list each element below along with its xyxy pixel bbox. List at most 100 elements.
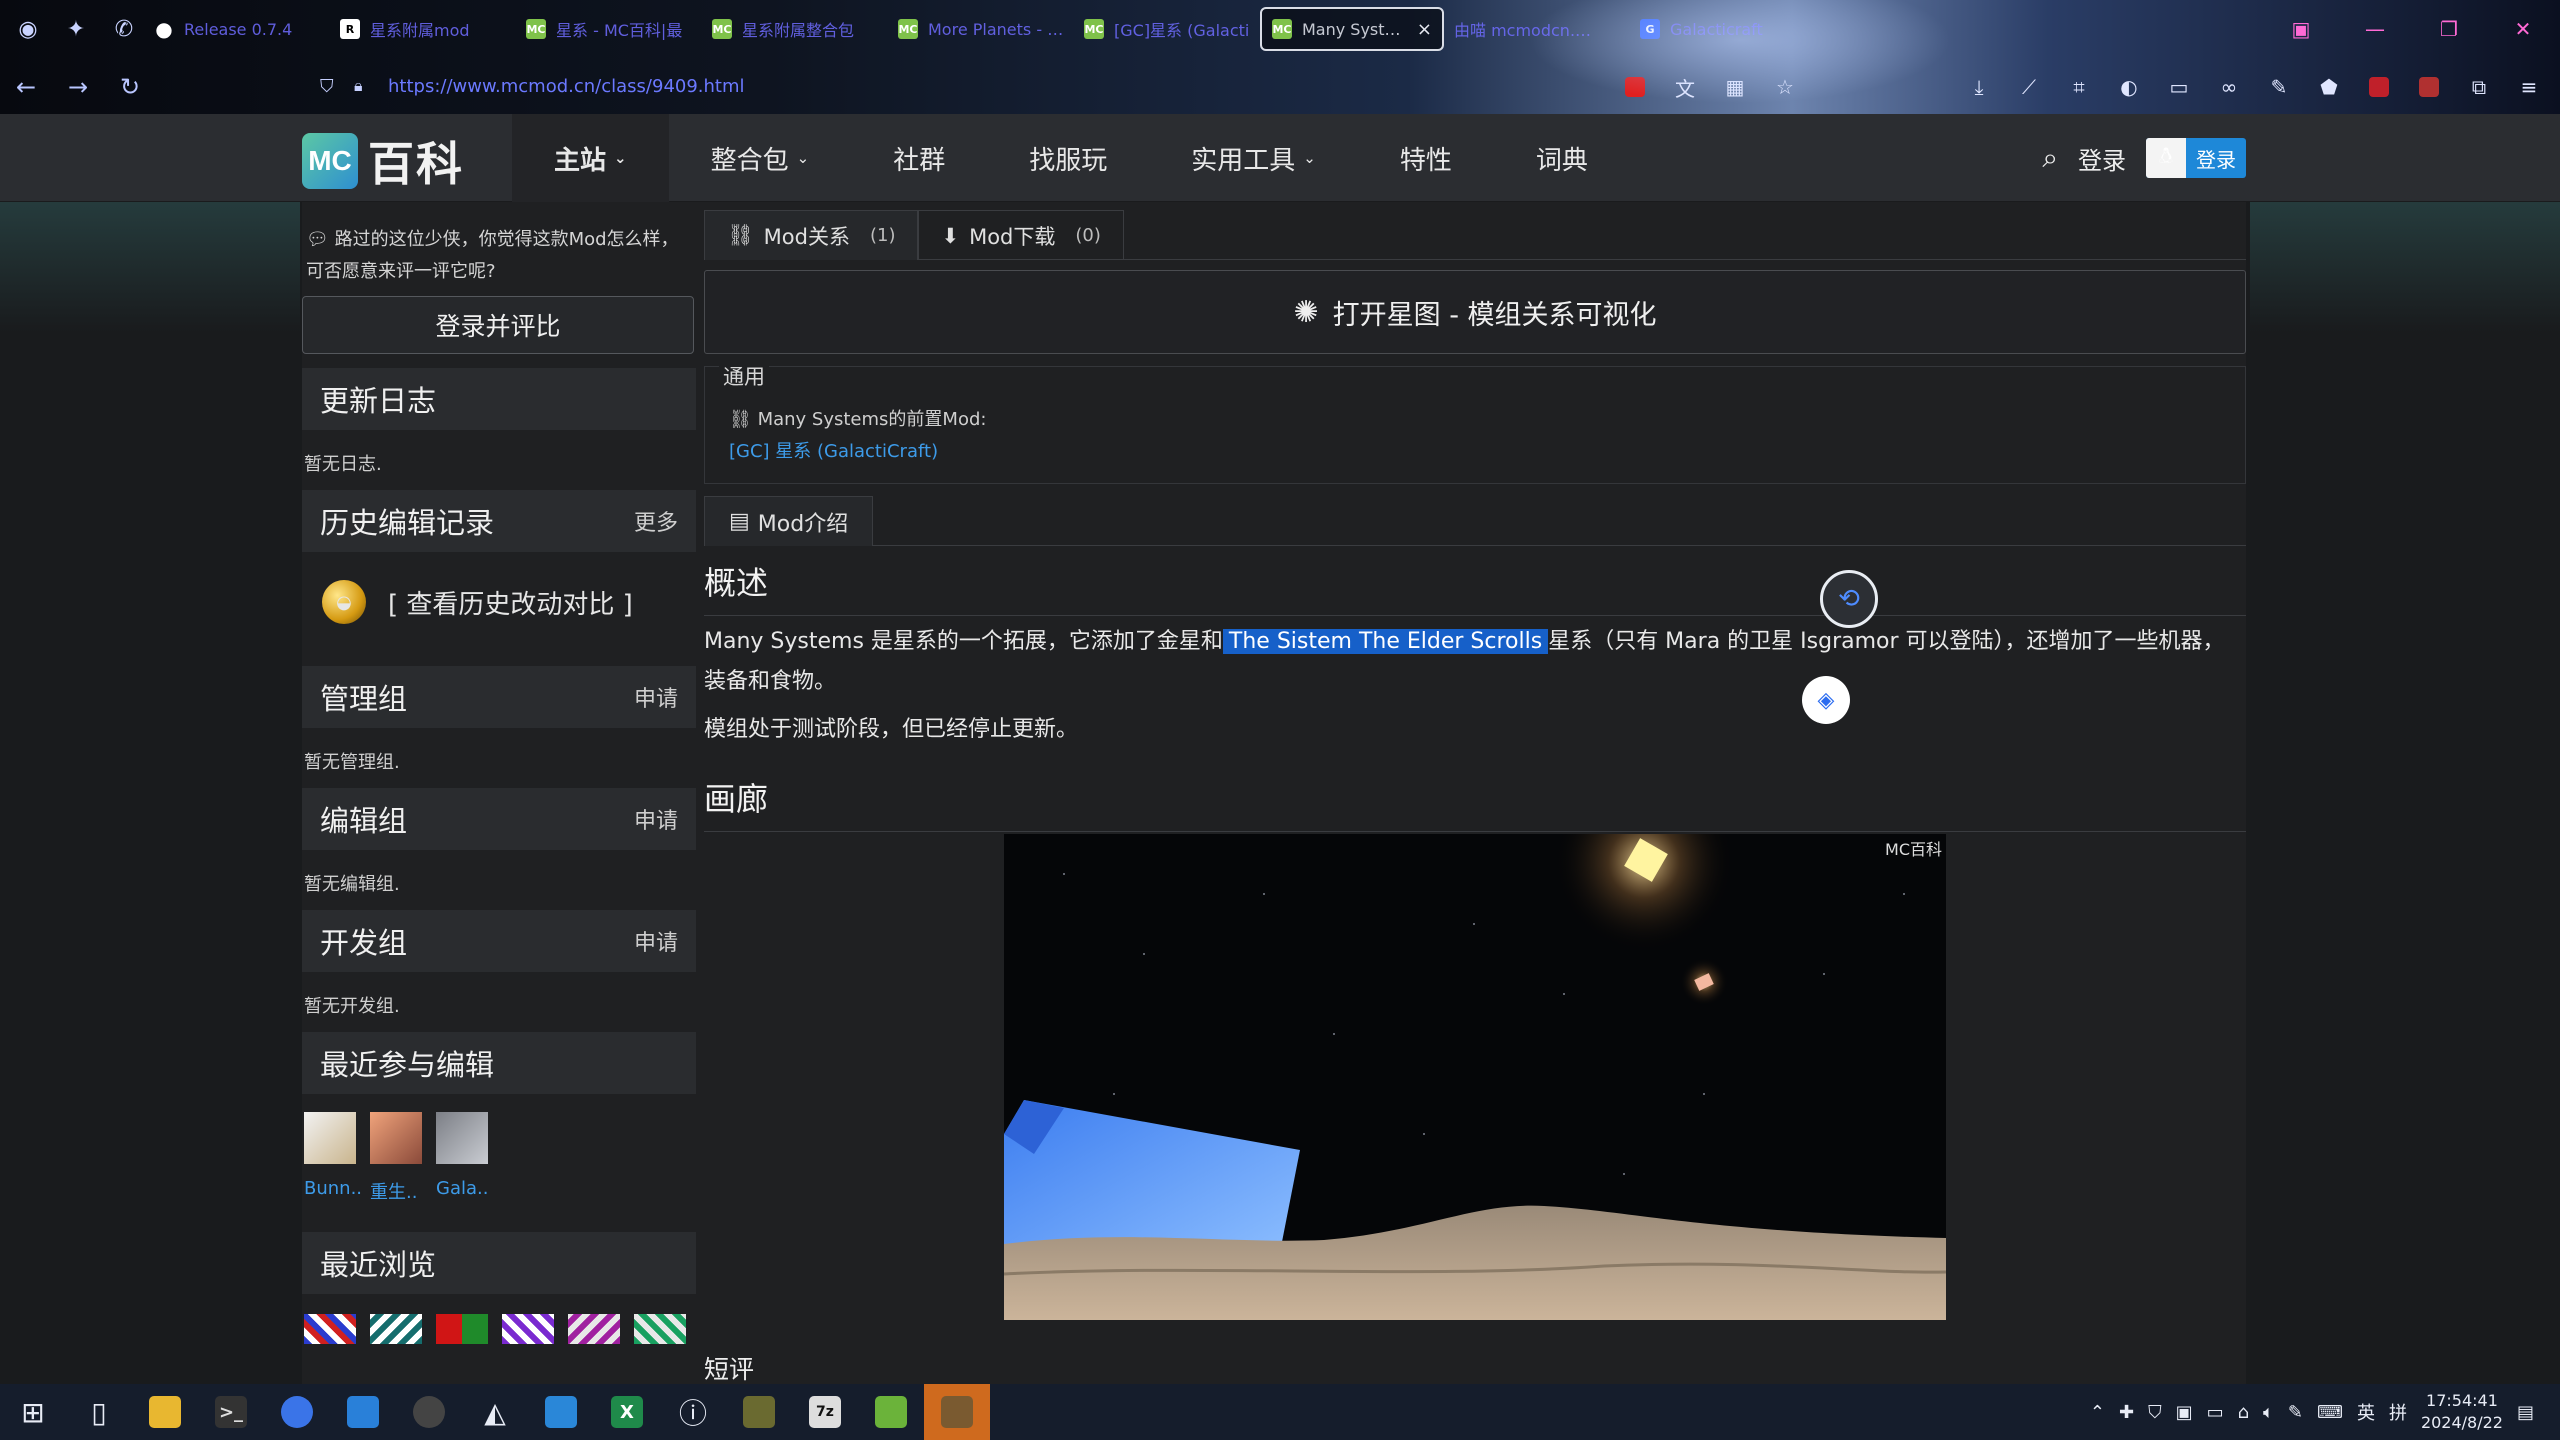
- ime-label[interactable]: 英: [2357, 1399, 2375, 1425]
- recent-thumb[interactable]: [634, 1314, 686, 1344]
- browser-tab[interactable]: 由喵 mcmodcn.com: [1444, 7, 1630, 51]
- url-text[interactable]: https://www.mcmod.cn/class/9409.html: [388, 76, 745, 97]
- browser-tab[interactable]: R 星系附属mod: [330, 7, 516, 51]
- gallery-image[interactable]: MC百科: [1004, 834, 1946, 1320]
- ime-mode[interactable]: 拼: [2389, 1399, 2407, 1425]
- tray-app-icon[interactable]: ✚: [2119, 1402, 2134, 1423]
- close-window-icon[interactable]: ✕: [2486, 17, 2560, 41]
- nav-item-features[interactable]: 特性: [1358, 114, 1494, 202]
- tab-mod-intro[interactable]: ▤ Mod介绍: [704, 496, 874, 546]
- back-icon[interactable]: ←: [0, 65, 52, 109]
- qr-icon[interactable]: ▦: [1712, 67, 1758, 107]
- pen-icon[interactable]: ✎: [2256, 67, 2302, 107]
- volume-icon[interactable]: 🔈︎: [2263, 1402, 2274, 1423]
- tab-mod-download[interactable]: ⬇︎ Mod下载 (0): [918, 210, 1124, 260]
- highlighted-text[interactable]: The Sistem The Elder Scrolls: [1222, 629, 1549, 654]
- tab-mod-relation[interactable]: ⛓︎ Mod关系 (1): [704, 210, 919, 260]
- recent-thumb[interactable]: [502, 1314, 554, 1344]
- battery-icon[interactable]: ▭: [2207, 1402, 2224, 1423]
- repeat-icon[interactable]: ⟲: [1820, 570, 1878, 628]
- editor-card[interactable]: Gala..: [436, 1112, 488, 1204]
- forward-icon[interactable]: →: [52, 65, 104, 109]
- pen-icon[interactable]: ✎: [2288, 1402, 2303, 1423]
- display-icon[interactable]: ▣: [2176, 1402, 2193, 1423]
- sparkle-icon[interactable]: ✦: [56, 9, 96, 49]
- translate-icon[interactable]: 文: [1662, 67, 1708, 107]
- menu-icon[interactable]: ≡: [2506, 67, 2552, 107]
- start-icon[interactable]: ⊞: [0, 1384, 66, 1440]
- search-icon[interactable]: ⌕: [2042, 141, 2058, 175]
- adblock-icon[interactable]: [2406, 67, 2452, 107]
- starmap-button[interactable]: ✺ 打开星图 - 模组关系可视化: [704, 270, 2246, 354]
- url-field[interactable]: ⛉ 🔒︎ https://www.mcmod.cn/class/9409.htm…: [320, 70, 1600, 102]
- nav-item-servers[interactable]: 找服玩: [987, 114, 1149, 202]
- fox-icon[interactable]: ◭: [462, 1384, 528, 1440]
- bookmark-icon[interactable]: ⬟: [2306, 67, 2352, 107]
- editor-card[interactable]: 重生..: [370, 1112, 422, 1204]
- notepad-icon[interactable]: [858, 1384, 924, 1440]
- terminal-icon[interactable]: >_: [198, 1384, 264, 1440]
- network-icon[interactable]: ⌂: [2238, 1402, 2249, 1423]
- mail-icon[interactable]: [528, 1384, 594, 1440]
- download-icon[interactable]: ⤓: [1956, 67, 2002, 107]
- wand-icon[interactable]: ⟋: [2006, 67, 2052, 107]
- reload-icon[interactable]: ↻: [104, 65, 156, 109]
- notification-icon[interactable]: ▤: [2517, 1402, 2534, 1423]
- nav-item-dictionary[interactable]: 词典: [1494, 114, 1630, 202]
- nav-item-community[interactable]: 社群: [851, 114, 987, 202]
- browser-tab[interactable]: MC [GC]星系 (Galacti: [1074, 7, 1260, 51]
- phone-icon[interactable]: ✆: [104, 9, 144, 49]
- chevron-up-icon[interactable]: ⌃: [2090, 1402, 2105, 1423]
- star-icon[interactable]: ☆: [1762, 67, 1808, 107]
- site-logo[interactable]: MC 百科: [302, 128, 464, 194]
- recent-thumb[interactable]: [370, 1314, 422, 1344]
- ublock-icon[interactable]: [2356, 67, 2402, 107]
- browser-tab-active[interactable]: MCMany Systems -×: [1260, 7, 1444, 51]
- editor-card[interactable]: Bunn..: [304, 1112, 362, 1204]
- maximize-icon[interactable]: ❐: [2412, 17, 2486, 41]
- browser-tab[interactable]: ● Release 0.7.4: [144, 7, 330, 51]
- history-compare-link[interactable]: [ 查看历史改动对比 ]: [388, 584, 633, 621]
- browser-tab[interactable]: MC 星系附属整合包: [702, 7, 888, 51]
- glasses-icon[interactable]: ∞: [2206, 67, 2252, 107]
- excel-icon[interactable]: X: [594, 1384, 660, 1440]
- editor-apply-link[interactable]: 申请: [634, 803, 678, 835]
- nav-item-main[interactable]: 主站 ⌄: [512, 114, 669, 202]
- minecraft-icon[interactable]: [924, 1384, 990, 1440]
- tab-list-icon[interactable]: ▣: [2264, 17, 2338, 41]
- shield-icon[interactable]: ⛉: [2148, 1402, 2162, 1423]
- close-icon[interactable]: ×: [1417, 19, 1432, 40]
- shield-icon[interactable]: ⛉: [320, 76, 354, 97]
- profile-icon[interactable]: ◉: [8, 9, 48, 49]
- pacman-icon[interactable]: ◐: [2106, 67, 2152, 107]
- keyboard-icon[interactable]: ⌨: [2317, 1402, 2343, 1423]
- clock[interactable]: 17:54:41 2024/8/22: [2421, 1390, 2503, 1434]
- firefox-icon[interactable]: [264, 1384, 330, 1440]
- browser-tab[interactable]: MC More Planets - Gal: [888, 7, 1074, 51]
- login-link[interactable]: 登录: [2078, 141, 2126, 176]
- relation-link[interactable]: [GC] 星系 (GalactiCraft): [729, 437, 938, 463]
- 7zip-icon[interactable]: 7z: [792, 1384, 858, 1440]
- translate-bubble-icon[interactable]: ◈: [1802, 676, 1850, 724]
- recent-thumb[interactable]: [436, 1314, 488, 1344]
- screen-icon[interactable]: ▭: [2156, 67, 2202, 107]
- file-explorer-icon[interactable]: [132, 1384, 198, 1440]
- admin-apply-link[interactable]: 申请: [634, 681, 678, 713]
- history-compare-row[interactable]: ◒ [ 查看历史改动对比 ]: [302, 552, 696, 652]
- browser-tab[interactable]: MC 星系 - MC百科|最: [516, 7, 702, 51]
- recent-thumb[interactable]: [568, 1314, 620, 1344]
- recent-thumb[interactable]: [304, 1314, 356, 1344]
- dev-apply-link[interactable]: 申请: [634, 925, 678, 957]
- app-icon[interactable]: [396, 1384, 462, 1440]
- info-icon[interactable]: ⓘ: [660, 1384, 726, 1440]
- app-icon[interactable]: [330, 1384, 396, 1440]
- nav-item-modpack[interactable]: 整合包 ⌄: [669, 114, 852, 202]
- nav-item-tools[interactable]: 实用工具 ⌄: [1149, 114, 1358, 202]
- crop-icon[interactable]: ⌗: [2056, 67, 2102, 107]
- history-more-link[interactable]: 更多: [634, 505, 678, 537]
- china-flag-icon[interactable]: [1612, 67, 1658, 107]
- login-rate-button[interactable]: 登录并评比: [302, 296, 694, 354]
- lock-icon[interactable]: 🔒︎: [354, 76, 388, 96]
- qq-login-button[interactable]: 🐧︎ 登录: [2146, 138, 2246, 178]
- browser-tab[interactable]: G Galacticraft: [1630, 7, 1816, 51]
